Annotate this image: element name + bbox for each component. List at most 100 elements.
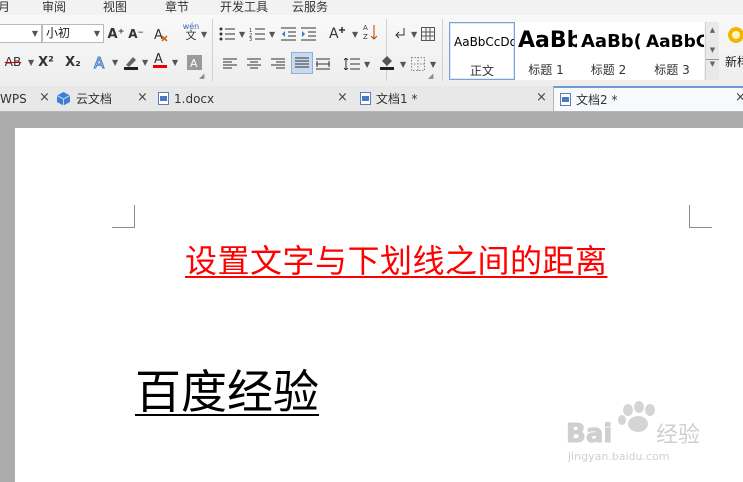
decrease-indent-button[interactable]: [280, 25, 296, 43]
shading-button[interactable]: [378, 53, 396, 71]
scroll-up-icon[interactable]: ▲: [706, 26, 719, 34]
style-name: 标题 3: [654, 63, 690, 77]
chevron-down-icon[interactable]: ▼: [239, 30, 245, 39]
scroll-down-icon[interactable]: ▼: [706, 46, 719, 54]
chevron-down-icon[interactable]: ▼: [28, 58, 34, 67]
tab-label: 云文档: [76, 92, 113, 106]
decrease-indent-icon: [280, 27, 296, 41]
font-size-combo[interactable]: 小初 ▼: [42, 24, 104, 43]
strikethrough-button[interactable]: AB: [2, 53, 24, 71]
style-heading-1[interactable]: AaBb 标题 1: [515, 22, 577, 80]
close-icon[interactable]: ×: [39, 90, 50, 105]
char-shading-icon: A: [186, 54, 202, 70]
menu-item-review[interactable]: 审阅: [42, 0, 66, 15]
font-name-combo[interactable]: ▼: [0, 24, 42, 43]
close-icon[interactable]: ×: [536, 90, 547, 105]
strikethrough-label: AB: [4, 55, 22, 69]
chevron-down-icon[interactable]: ▼: [142, 58, 148, 67]
sort-button[interactable]: AZ: [362, 23, 380, 41]
superscript-button[interactable]: X²: [37, 53, 55, 71]
style-sample: AaBbC: [646, 32, 704, 52]
divider: [386, 19, 387, 81]
cloud-cube-icon: [56, 92, 71, 106]
chevron-down-icon[interactable]: ▼: [400, 60, 406, 69]
menu-item-view[interactable]: 视图: [103, 0, 127, 15]
line-spacing-icon: [344, 58, 360, 70]
document-heading[interactable]: 设置文字与下划线之间的距离: [185, 236, 608, 282]
font-color-icon: A: [153, 52, 167, 68]
document-subtitle[interactable]: 百度经验: [135, 356, 319, 422]
svg-text:A: A: [329, 26, 339, 40]
baidu-jingyan-watermark: Bai 经验 jingyan.baidu.com: [566, 400, 736, 466]
doc-icon: [560, 93, 571, 106]
bullet-list-button[interactable]: [218, 25, 236, 43]
tab-cloud-docs[interactable]: 云文档: [56, 86, 136, 111]
menu-item-developer[interactable]: 开发工具: [220, 0, 268, 15]
tab-label: 文档1 *: [376, 92, 418, 106]
line-spacing-button[interactable]: [343, 55, 361, 73]
chevron-down-icon[interactable]: ▼: [411, 30, 417, 39]
dialog-launcher-icon[interactable]: ◢: [428, 72, 433, 80]
font-size-value: 小初: [46, 26, 71, 40]
svg-text:经验: 经验: [656, 423, 700, 448]
justify-button[interactable]: [291, 52, 313, 74]
style-heading-2[interactable]: AaBb( 标题 2: [577, 22, 640, 80]
svg-text:A: A: [94, 54, 105, 70]
close-icon[interactable]: ×: [735, 90, 743, 105]
chevron-down-icon[interactable]: ▼: [201, 30, 207, 39]
gallery-expand-icon[interactable]: ▼: [706, 59, 719, 68]
text-direction-button[interactable]: A: [328, 23, 348, 41]
paragraph-mark-button[interactable]: [393, 25, 409, 43]
chevron-down-icon[interactable]: ▼: [112, 58, 118, 67]
numbered-list-button[interactable]: 123: [248, 25, 266, 43]
align-left-button[interactable]: [222, 55, 238, 73]
style-heading-3[interactable]: AaBbC 标题 3: [640, 22, 704, 80]
increase-indent-icon: [300, 27, 316, 41]
tab-document-1[interactable]: 文档1 *: [360, 86, 510, 111]
chevron-down-icon[interactable]: ▼: [269, 30, 275, 39]
svg-text:A: A: [154, 52, 163, 67]
increase-indent-button[interactable]: [300, 25, 316, 43]
tab-1-docx[interactable]: 1.docx: [158, 86, 308, 111]
chevron-down-icon[interactable]: ▼: [172, 58, 178, 67]
subscript-button[interactable]: X₂: [64, 53, 82, 71]
style-gallery-scroll[interactable]: ▲ ▼ ▼: [705, 22, 719, 80]
font-color-button[interactable]: A: [152, 51, 168, 69]
menu-item-cloud[interactable]: 云服务: [292, 0, 328, 15]
grow-font-button[interactable]: A⁺: [108, 25, 125, 43]
style-name: 正文: [469, 64, 494, 78]
style-normal[interactable]: AaBbCcDd 正文: [449, 22, 515, 80]
menu-item-section[interactable]: 章节: [165, 0, 189, 15]
menu-item-partial[interactable]: 月: [0, 0, 10, 15]
new-style-icon: [728, 27, 743, 43]
align-center-button[interactable]: [246, 55, 262, 73]
menu-bar: 月 审阅 视图 章节 开发工具 云服务: [0, 0, 743, 15]
shrink-font-button[interactable]: A⁻: [128, 25, 144, 43]
divider: [212, 19, 213, 81]
clear-format-button[interactable]: A: [152, 25, 170, 43]
align-left-icon: [223, 58, 237, 69]
tab-document-2[interactable]: 文档2 *: [553, 86, 743, 111]
chevron-down-icon[interactable]: ▼: [352, 30, 358, 39]
close-icon[interactable]: ×: [137, 90, 148, 105]
text-grow-icon: A: [329, 26, 345, 40]
style-sample: AaBb(: [581, 31, 640, 52]
borders-button[interactable]: [410, 55, 426, 73]
new-style-button[interactable]: [724, 25, 743, 45]
phonetic-char: 文: [185, 29, 197, 42]
subscript-label: X₂: [65, 54, 81, 70]
distributed-align-button[interactable]: [315, 55, 331, 73]
chevron-down-icon[interactable]: ▼: [430, 60, 436, 69]
highlight-button[interactable]: [122, 53, 140, 71]
align-center-icon: [247, 58, 261, 69]
bullet-list-icon: [219, 27, 235, 41]
chevron-down-icon[interactable]: ▼: [364, 60, 370, 69]
text-effect-button[interactable]: A: [92, 53, 110, 71]
close-icon[interactable]: ×: [337, 90, 348, 105]
align-right-button[interactable]: [270, 55, 286, 73]
char-shading-button[interactable]: A: [186, 53, 202, 71]
line-break-icon: [395, 28, 405, 39]
table-button[interactable]: [420, 25, 436, 43]
dialog-launcher-icon[interactable]: ◢: [199, 72, 204, 80]
svg-text:3: 3: [249, 37, 252, 41]
